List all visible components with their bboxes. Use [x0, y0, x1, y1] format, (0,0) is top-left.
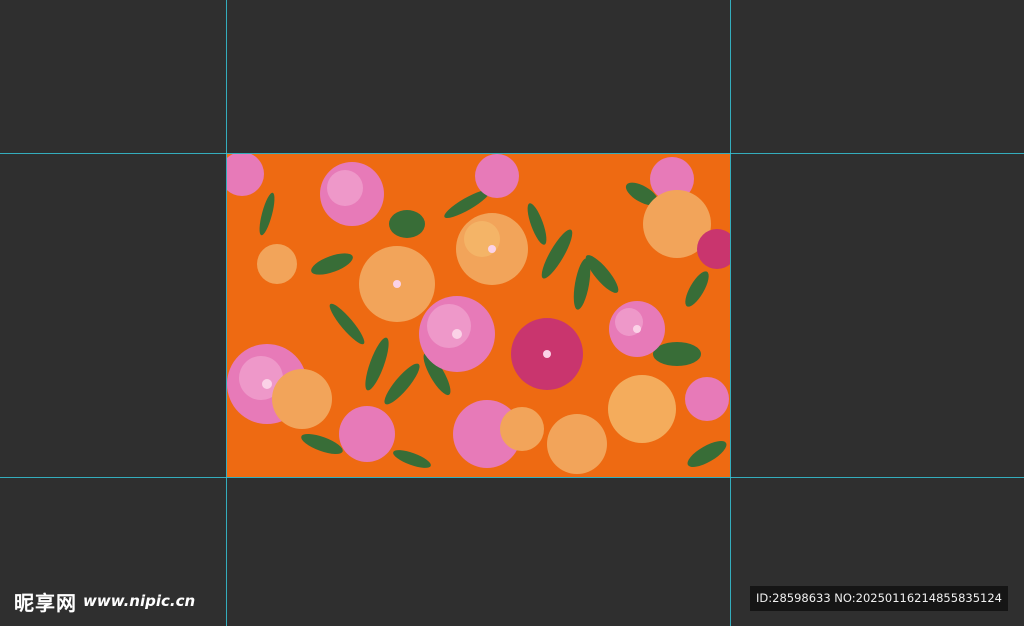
vertical-guide-right[interactable] — [730, 0, 731, 626]
nipic-watermark-logo: 昵享网 www.nipic.cn — [14, 586, 195, 616]
horizontal-guide-bottom[interactable] — [0, 477, 1024, 478]
watermark-site-name: 昵享网 — [14, 590, 77, 615]
floral-artwork-canvas[interactable] — [227, 154, 730, 477]
watermark-id-bar: ID:28598633 NO:20250116214855835124 — [750, 586, 1008, 611]
floral-pattern-image — [227, 154, 730, 477]
watermark-site-url: www.nipic.cn — [83, 592, 196, 610]
workspace-canvas-area: 昵享网 www.nipic.cn ID:28598633 NO:20250116… — [0, 0, 1024, 626]
